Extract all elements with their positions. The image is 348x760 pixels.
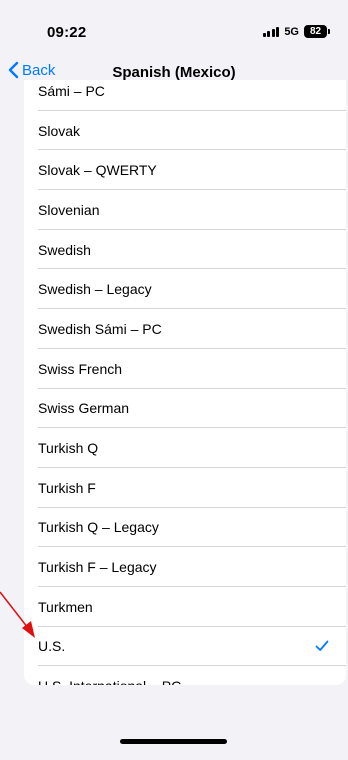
keyboard-label: Turkmen <box>38 598 93 615</box>
home-indicator[interactable] <box>120 739 227 744</box>
page-title: Spanish (Mexico) <box>112 64 236 81</box>
keyboard-label: Turkish F <box>38 479 96 496</box>
keyboard-label: Slovak – QWERTY <box>38 162 157 179</box>
checkmark-icon <box>315 641 329 652</box>
keyboard-label: Swedish Sámi – PC <box>38 320 162 337</box>
status-bar: 09:22 5G 82 <box>0 0 348 60</box>
keyboard-label: Turkish Q <box>38 440 99 457</box>
keyboard-list-item[interactable]: Swedish – Legacy <box>24 269 346 309</box>
keyboard-list-item[interactable]: Slovak <box>24 111 346 151</box>
keyboard-list: Sámi – PC Slovak Slovak – QWERTY Slovenian S… <box>24 80 346 685</box>
keyboard-label: Swiss German <box>38 400 130 417</box>
keyboard-label: Turkish Q – Legacy <box>38 519 159 536</box>
battery-level: 82 <box>304 25 327 38</box>
keyboard-label: Slovak <box>38 122 81 139</box>
status-time: 09:22 <box>47 24 87 41</box>
keyboard-list-item[interactable]: Turkish F <box>24 468 346 508</box>
keyboard-list-item[interactable]: Turkmen <box>24 587 346 627</box>
keyboard-label: Swiss French <box>38 360 123 377</box>
status-indicators: 5G 82 <box>262 25 330 38</box>
keyboard-label: Sámi – PC <box>38 82 105 99</box>
keyboard-label: Swedish <box>38 241 91 258</box>
cellular-signal-icon <box>262 26 280 37</box>
keyboard-list-items: Sámi – PC Slovak Slovak – QWERTY Slovenian S… <box>24 80 346 685</box>
keyboard-label: Swedish – Legacy <box>38 281 152 298</box>
keyboard-list-item[interactable]: U.S. <box>24 627 346 667</box>
battery-icon: 82 <box>304 25 330 38</box>
keyboard-list-item[interactable]: U.S. International – PC <box>24 666 346 685</box>
keyboard-label: Slovenian <box>38 201 100 218</box>
keyboard-list-item[interactable]: Swedish Sámi – PC <box>24 309 346 349</box>
keyboard-list-item[interactable]: Swedish <box>24 230 346 270</box>
keyboard-label: Turkish F – Legacy <box>38 559 157 576</box>
network-type: 5G <box>284 25 299 38</box>
keyboard-label: U.S. International – PC <box>38 678 181 685</box>
keyboard-list-item[interactable]: Turkish F – Legacy <box>24 547 346 587</box>
keyboard-list-item[interactable]: Swiss German <box>24 389 346 429</box>
keyboard-list-item[interactable]: Turkish Q <box>24 428 346 468</box>
keyboard-list-item[interactable]: Sámi – PC <box>24 80 346 111</box>
keyboard-label: U.S. <box>38 638 66 655</box>
keyboard-list-item[interactable]: Swiss French <box>24 349 346 389</box>
keyboard-list-item[interactable]: Slovenian <box>24 190 346 230</box>
keyboard-list-item[interactable]: Turkish Q – Legacy <box>24 508 346 548</box>
keyboard-list-item[interactable]: Slovak – QWERTY <box>24 150 346 190</box>
